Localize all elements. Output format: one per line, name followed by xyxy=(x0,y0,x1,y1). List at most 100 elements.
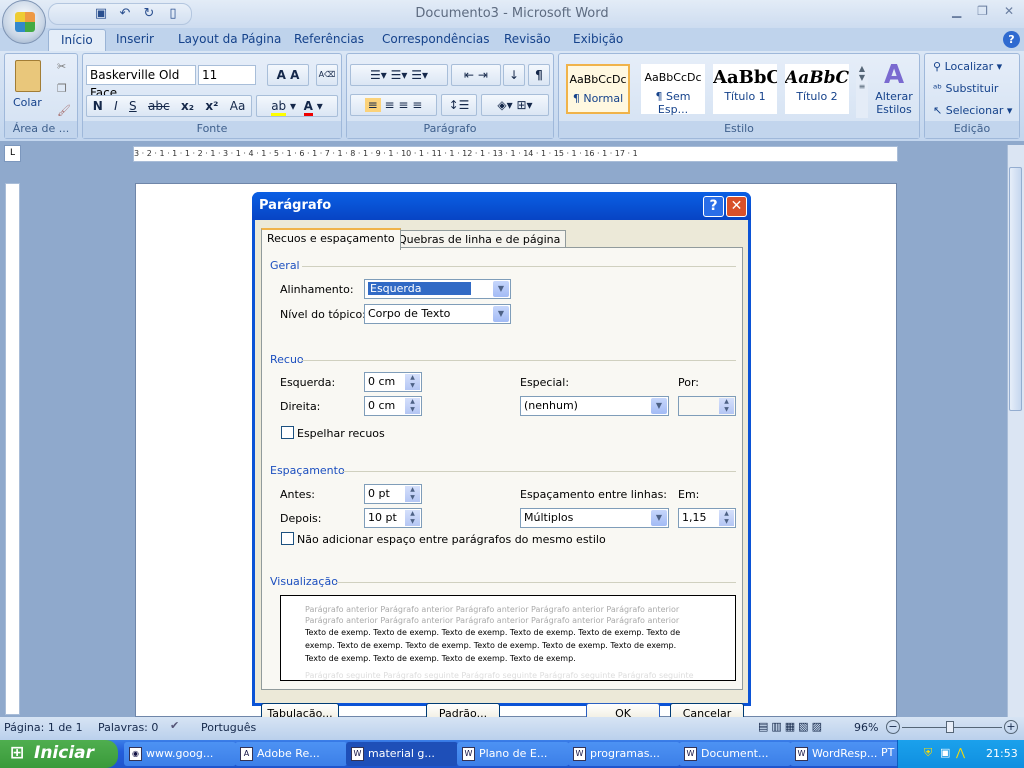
line-spacing-select[interactable]: Múltiplos ▼ xyxy=(520,508,669,528)
proofing-icon[interactable]: ✔ xyxy=(170,719,179,732)
tray-app-icon[interactable]: ⋀ xyxy=(956,746,965,759)
paste-button[interactable]: Colar xyxy=(13,96,42,109)
taskbar-item-label: www.goog... xyxy=(146,747,214,760)
copy-icon[interactable]: ❐ xyxy=(57,82,67,95)
by-label: Por: xyxy=(678,376,700,389)
select-button[interactable]: ↖ Selecionar ▾ xyxy=(933,104,1012,117)
change-styles-icon: A xyxy=(883,60,905,90)
style-heading-1[interactable]: AaBbC Título 1 xyxy=(713,64,777,114)
at-input[interactable]: 1,15 ▲ ▼ xyxy=(678,508,736,528)
style-no-spacing[interactable]: AaBbCcDc ¶ Sem Esp... xyxy=(641,64,705,116)
tab-layout[interactable]: Layout da Página xyxy=(178,32,281,46)
outline-level-select[interactable]: Corpo de Texto ▼ xyxy=(364,304,511,324)
save-icon[interactable]: ▣ xyxy=(93,6,109,22)
underline-button[interactable]: S xyxy=(129,96,137,116)
close-button[interactable]: ✕ xyxy=(1004,4,1014,18)
tab-selector[interactable]: L xyxy=(4,145,21,162)
dialog-close-button[interactable]: ✕ xyxy=(726,196,747,217)
bold-button[interactable]: N xyxy=(93,96,103,116)
grow-shrink-font-buttons[interactable]: A A xyxy=(267,64,309,86)
horizontal-ruler[interactable]: 3 · 2 · 1 · 1 · 1 · 2 · 1 · 3 · 1 · 4 · … xyxy=(133,146,898,162)
change-styles-button[interactable]: A Alterar Estilos xyxy=(871,60,917,116)
indent-buttons[interactable]: ⇤ ⇥ xyxy=(451,64,501,86)
show-marks-icon[interactable]: ¶ xyxy=(528,64,550,86)
format-painter-icon[interactable]: 🖌 xyxy=(57,104,71,117)
styles-scroll[interactable]: ▲ ▼ ≡ xyxy=(856,64,868,118)
superscript-button[interactable]: x² xyxy=(205,96,218,116)
space-after-input[interactable]: 10 pt ▲ ▼ xyxy=(364,508,422,528)
language-indicator[interactable]: PT xyxy=(881,746,894,759)
taskbar-item[interactable]: W Document... xyxy=(679,742,791,766)
italic-button[interactable]: I xyxy=(114,96,118,116)
redo-icon[interactable]: ↻ xyxy=(141,6,157,22)
align-left-icon[interactable]: ≡ xyxy=(364,98,381,112)
start-button[interactable]: ⊞ Iniciar xyxy=(0,740,118,768)
alignment-select[interactable]: Esquerda ▼ xyxy=(364,279,511,299)
align-center-icon[interactable]: ≡ xyxy=(385,98,395,112)
help-button[interactable]: ? xyxy=(703,196,724,217)
new-document-icon[interactable]: ▯ xyxy=(165,6,181,22)
shading-borders-icons[interactable]: ◈▾ ⊞▾ xyxy=(481,94,549,116)
restore-button[interactable]: ❐ xyxy=(977,4,988,18)
language[interactable]: Português xyxy=(201,721,256,734)
clear-format-icon[interactable]: A⌫ xyxy=(316,64,338,86)
list-buttons[interactable]: ☰▾ ☰▾ ☰▾ xyxy=(350,64,448,86)
tab-correspondencias[interactable]: Correspondências xyxy=(382,32,489,46)
by-input[interactable]: ▲ ▼ xyxy=(678,396,736,416)
scrollbar-thumb[interactable] xyxy=(1009,167,1022,411)
font-size-select[interactable]: 11 xyxy=(198,65,256,85)
section-espacamento: Espaçamento xyxy=(270,464,345,477)
taskbar-item[interactable]: Wprogramas... xyxy=(568,742,680,766)
tab-indents-spacing[interactable]: Recuos e espaçamento xyxy=(261,228,401,250)
undo-icon[interactable]: ↶ xyxy=(117,6,133,22)
no-space-checkbox[interactable] xyxy=(281,532,294,545)
page-count[interactable]: Página: 1 de 1 xyxy=(4,721,83,734)
style-heading-2[interactable]: AaBbCcTítulo 2 xyxy=(785,64,849,114)
network-icon[interactable]: ▣ xyxy=(940,746,950,759)
justify-icon[interactable]: ≡ xyxy=(412,98,422,112)
highlight-icon[interactable]: ab xyxy=(271,99,287,116)
minimize-button[interactable]: ▁ xyxy=(952,4,961,18)
word-count[interactable]: Palavras: 0 xyxy=(98,721,158,734)
find-button[interactable]: ⚲ Localizar ▾ xyxy=(933,60,1002,73)
taskbar-item[interactable]: W Plano de E... xyxy=(457,742,569,766)
ribbon: Colar ✂ ❐ 🖌 Área de ... Baskerville Old … xyxy=(0,51,1024,141)
taskbar-item[interactable]: Wmaterial g... xyxy=(346,742,458,766)
align-right-icon[interactable]: ≡ xyxy=(398,98,408,112)
tab-inserir[interactable]: Inserir xyxy=(116,32,154,46)
sort-icon[interactable]: ↓ xyxy=(503,64,525,86)
zoom-slider-thumb[interactable] xyxy=(946,721,955,733)
tab-exibicao[interactable]: Exibição xyxy=(573,32,623,46)
tab-revisao[interactable]: Revisão xyxy=(504,32,551,46)
style-normal[interactable]: AaBbCcDc ¶ Normal xyxy=(566,64,630,114)
replace-button[interactable]: ᵃᵇ Substituir xyxy=(933,82,998,95)
office-button[interactable] xyxy=(2,0,46,44)
strikethrough-button[interactable]: abc xyxy=(148,96,170,116)
zoom-level[interactable]: 96% xyxy=(854,721,878,734)
tab-inicio[interactable]: Início xyxy=(48,29,106,53)
line-spacing-icon[interactable]: ↕☰ xyxy=(441,94,477,116)
change-case-button[interactable]: Aa xyxy=(230,96,246,116)
cut-icon[interactable]: ✂ xyxy=(57,60,66,73)
space-before-input[interactable]: 0 pt ▲ ▼ xyxy=(364,484,422,504)
quick-access-toolbar: ▣ ↶ ↻ ▯ xyxy=(48,3,192,25)
right-indent-input[interactable]: 0 cm ▲ ▼ xyxy=(364,396,422,416)
tab-referencias[interactable]: Referências xyxy=(294,32,364,46)
font-name-select[interactable]: Baskerville Old Face xyxy=(86,65,196,100)
help-icon[interactable]: ? xyxy=(1003,31,1020,48)
taskbar-item[interactable]: ◉ www.goog... xyxy=(124,742,236,766)
paragraph-dialog: Parágrafo ? ✕ Recuos e espaçamento Quebr… xyxy=(252,192,751,725)
taskbar-item[interactable]: A Adobe Re... xyxy=(235,742,347,766)
section-visualizacao: Visualização xyxy=(270,575,338,588)
left-indent-input[interactable]: 0 cm ▲ ▼ xyxy=(364,372,422,392)
security-shield-icon[interactable]: ⛨ xyxy=(924,746,932,760)
subscript-button[interactable]: x₂ xyxy=(181,96,194,116)
view-buttons[interactable]: ▤▥▦▧▨ xyxy=(758,720,825,733)
mirror-indents-checkbox[interactable] xyxy=(281,426,294,439)
paste-icon[interactable] xyxy=(15,60,41,92)
zoom-in-icon[interactable]: + xyxy=(1004,720,1018,734)
special-select[interactable]: (nenhum) ▼ xyxy=(520,396,669,416)
zoom-out-icon[interactable]: − xyxy=(886,720,900,734)
font-color-icon[interactable]: A xyxy=(303,99,313,116)
paragraph-group: ☰▾ ☰▾ ☰▾ ⇤ ⇥ ↓ ¶ ≡ ≡ ≡ ≡ ↕☰ ◈▾ ⊞▾ Parágr… xyxy=(346,53,554,139)
